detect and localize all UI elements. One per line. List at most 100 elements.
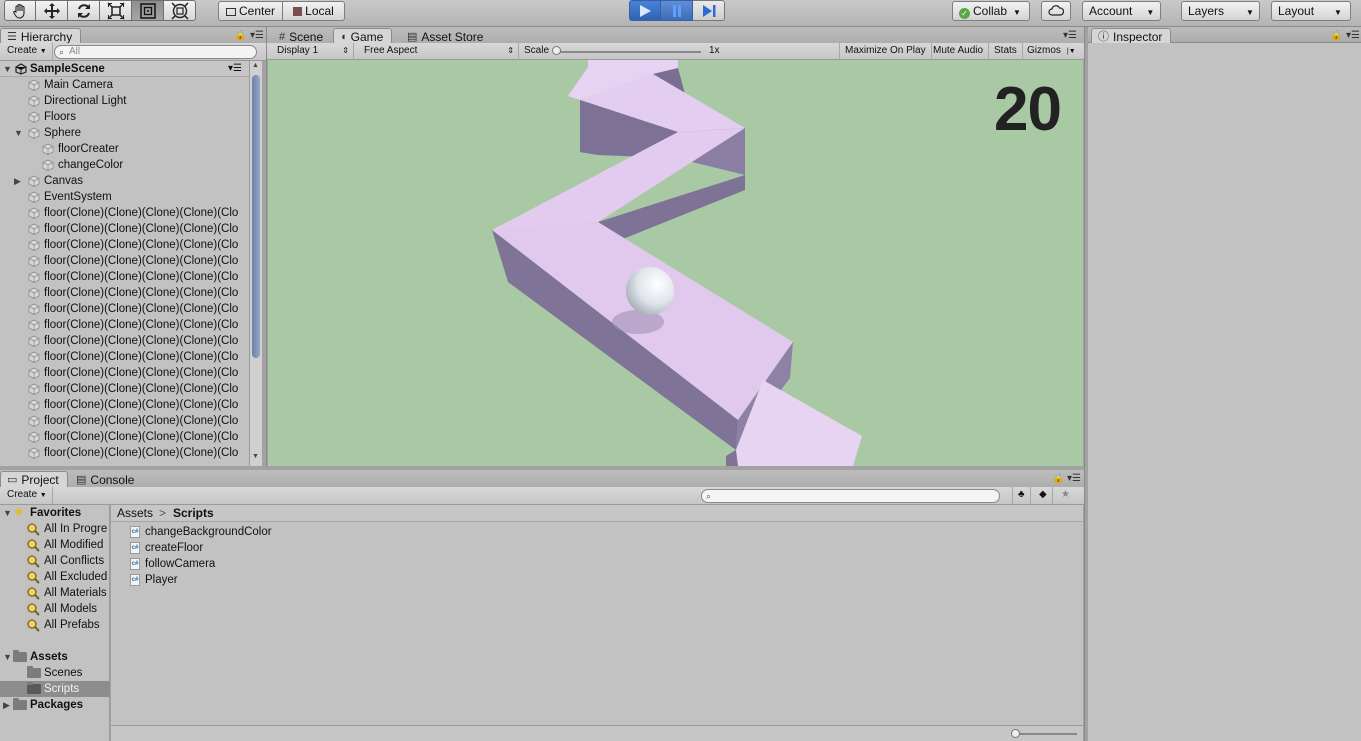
inspector-tabbar: ⓘ Inspector 🔒 ▾☰	[1088, 27, 1361, 46]
folder-scripts[interactable]: Scripts	[0, 681, 110, 697]
layout-dropdown[interactable]: Layout ▼	[1271, 1, 1351, 21]
favorites-fold-icon[interactable]: ▼	[3, 505, 12, 521]
fold-open-icon[interactable]: ▼	[3, 61, 12, 76]
hierarchy-item[interactable]: floor(Clone)(Clone)(Clone)(Clone)(Clo	[0, 397, 249, 413]
favorites-row[interactable]: ▼ ★ Favorites	[0, 505, 110, 521]
hierarchy-search-input[interactable]: ⌕ All	[54, 45, 257, 59]
rotate-tool-button[interactable]	[68, 0, 100, 21]
filter-label-button[interactable]: ◆	[1034, 487, 1053, 504]
mute-label: Mute Audio	[933, 45, 984, 56]
assets-row[interactable]: ▼ Assets	[0, 649, 110, 665]
scroll-up-icon[interactable]: ▲	[252, 62, 259, 69]
hierarchy-item[interactable]: floor(Clone)(Clone)(Clone)(Clone)(Clo	[0, 205, 249, 221]
hierarchy-item[interactable]: floor(Clone)(Clone)(Clone)(Clone)(Clo	[0, 253, 249, 269]
hierarchy-item[interactable]: floor(Clone)(Clone)(Clone)(Clone)(Clo	[0, 349, 249, 365]
hierarchy-scroll-thumb[interactable]	[252, 75, 260, 358]
hierarchy-item[interactable]: floor(Clone)(Clone)(Clone)(Clone)(Clo	[0, 317, 249, 333]
tag-icon: ◆	[1039, 489, 1047, 500]
mute-audio-toggle[interactable]: Mute Audio	[928, 43, 990, 60]
hierarchy-item[interactable]: changeColor	[0, 157, 249, 173]
gizmos-toggle[interactable]: Gizmos |▼	[1022, 43, 1081, 60]
packages-row[interactable]: ▶ Packages	[0, 697, 110, 713]
hierarchy-item[interactable]: floor(Clone)(Clone)(Clone)(Clone)(Clo	[0, 445, 249, 461]
favorite-item[interactable]: All Excluded	[0, 569, 110, 585]
hierarchy-create-button[interactable]: Create ▼	[2, 43, 53, 60]
favorite-button[interactable]: ★	[1056, 487, 1075, 504]
assets-fold-icon[interactable]: ▼	[3, 649, 12, 665]
game-viewport[interactable]: 20	[268, 60, 1083, 466]
favorite-item[interactable]: All Conflicts	[0, 553, 110, 569]
layers-dropdown[interactable]: Layers ▼	[1181, 1, 1260, 21]
favorite-item[interactable]: All In Progre	[0, 521, 110, 537]
icon-size-slider-track[interactable]	[1013, 733, 1077, 735]
project-create-button[interactable]: Create ▼	[2, 487, 53, 504]
packages-fold-icon[interactable]: ▶	[3, 697, 10, 713]
account-dropdown[interactable]: Account ▼	[1082, 1, 1161, 21]
rect-tool-button[interactable]	[132, 0, 164, 21]
hierarchy-item[interactable]: floor(Clone)(Clone)(Clone)(Clone)(Clo	[0, 429, 249, 445]
move-tool-button[interactable]	[36, 0, 68, 21]
inspector-menu-icon[interactable]: ▾☰	[1346, 30, 1360, 41]
favorite-item[interactable]: All Prefabs	[0, 617, 110, 633]
hierarchy-item[interactable]: EventSystem	[0, 189, 249, 205]
center-right-divider[interactable]	[1084, 27, 1085, 741]
favorite-item[interactable]: All Modified	[0, 537, 110, 553]
fold-open-icon[interactable]: ▼	[14, 125, 23, 141]
scale-tool-button[interactable]	[100, 0, 132, 21]
hierarchy-item[interactable]: floor(Clone)(Clone)(Clone)(Clone)(Clo	[0, 413, 249, 429]
center-panel-menu-icon[interactable]: ▾☰	[1063, 30, 1077, 41]
inspector-lock-icon[interactable]: 🔒	[1330, 30, 1342, 41]
play-button[interactable]	[629, 0, 661, 21]
fold-closed-icon[interactable]: ▶	[14, 173, 21, 189]
pivot-center-button[interactable]: Center	[218, 1, 283, 21]
display-arrow-icon: ⇕	[342, 46, 349, 55]
folder-scenes[interactable]: Scenes	[0, 665, 110, 681]
filter-type-button[interactable]: ♣	[1012, 487, 1031, 504]
path-side-5	[726, 450, 738, 466]
lock-icon[interactable]: 🔒	[234, 30, 246, 41]
breadcrumb-scripts[interactable]: Scripts	[173, 505, 214, 522]
icon-size-slider-knob[interactable]	[1011, 729, 1020, 738]
project-menu-icon[interactable]: ▾☰	[1067, 473, 1081, 484]
favorite-item[interactable]: All Materials	[0, 585, 110, 601]
maximize-on-play-toggle[interactable]: Maximize On Play	[839, 43, 932, 60]
hierarchy-item[interactable]: floor(Clone)(Clone)(Clone)(Clone)(Clo	[0, 285, 249, 301]
hierarchy-divider[interactable]	[266, 27, 267, 467]
hierarchy-item[interactable]: Floors	[0, 109, 249, 125]
scale-slider-track[interactable]	[553, 51, 701, 53]
favorite-item[interactable]: All Models	[0, 601, 110, 617]
hierarchy-item[interactable]: floorCreater	[0, 141, 249, 157]
hierarchy-item[interactable]: ▶ Canvas	[0, 173, 249, 189]
hierarchy-scrollbar[interactable]: ▲ ▼	[249, 61, 262, 466]
hierarchy-item[interactable]: Main Camera	[0, 77, 249, 93]
breadcrumb-assets[interactable]: Assets	[117, 505, 153, 522]
transform-tool-button[interactable]	[164, 0, 196, 21]
hierarchy-item[interactable]: floor(Clone)(Clone)(Clone)(Clone)(Clo	[0, 237, 249, 253]
hierarchy-item[interactable]: floor(Clone)(Clone)(Clone)(Clone)(Clo	[0, 269, 249, 285]
hierarchy-item[interactable]: floor(Clone)(Clone)(Clone)(Clone)(Clo	[0, 381, 249, 397]
hierarchy-item[interactable]: ▼ Sphere	[0, 125, 249, 141]
hierarchy-item[interactable]: Directional Light	[0, 93, 249, 109]
hierarchy-item[interactable]: floor(Clone)(Clone)(Clone)(Clone)(Clo	[0, 301, 249, 317]
stats-toggle[interactable]: Stats	[989, 43, 1023, 60]
panel-menu-icon[interactable]: ▾☰	[250, 30, 264, 41]
hierarchy-item[interactable]: floor(Clone)(Clone)(Clone)(Clone)(Clo	[0, 333, 249, 349]
search-filter-icon	[27, 619, 40, 632]
scene-menu-icon[interactable]: ▾☰	[228, 61, 242, 76]
collab-dropdown[interactable]: ✓ Collab ▼	[952, 1, 1030, 21]
hierarchy-item[interactable]: floor(Clone)(Clone)(Clone)(Clone)(Clo	[0, 221, 249, 237]
scale-slider-knob[interactable]	[552, 46, 561, 55]
aspect-dropdown[interactable]: Free Aspect ⇕	[359, 43, 519, 60]
step-button[interactable]	[693, 0, 725, 21]
step-icon	[702, 4, 715, 17]
scroll-down-icon[interactable]: ▼	[252, 453, 259, 460]
project-lock-icon[interactable]: 🔒	[1052, 473, 1064, 484]
pause-button[interactable]	[661, 0, 693, 21]
scene-row[interactable]: ▼ SampleScene ▾☰	[0, 61, 249, 77]
pivot-local-button[interactable]: Local	[283, 1, 345, 21]
hand-tool-button[interactable]	[4, 0, 36, 21]
cloud-button[interactable]	[1041, 1, 1071, 21]
project-search-input[interactable]: ⌕	[701, 489, 1000, 503]
hierarchy-item[interactable]: floor(Clone)(Clone)(Clone)(Clone)(Clo	[0, 365, 249, 381]
display-dropdown[interactable]: Display 1 ⇕	[272, 43, 354, 60]
